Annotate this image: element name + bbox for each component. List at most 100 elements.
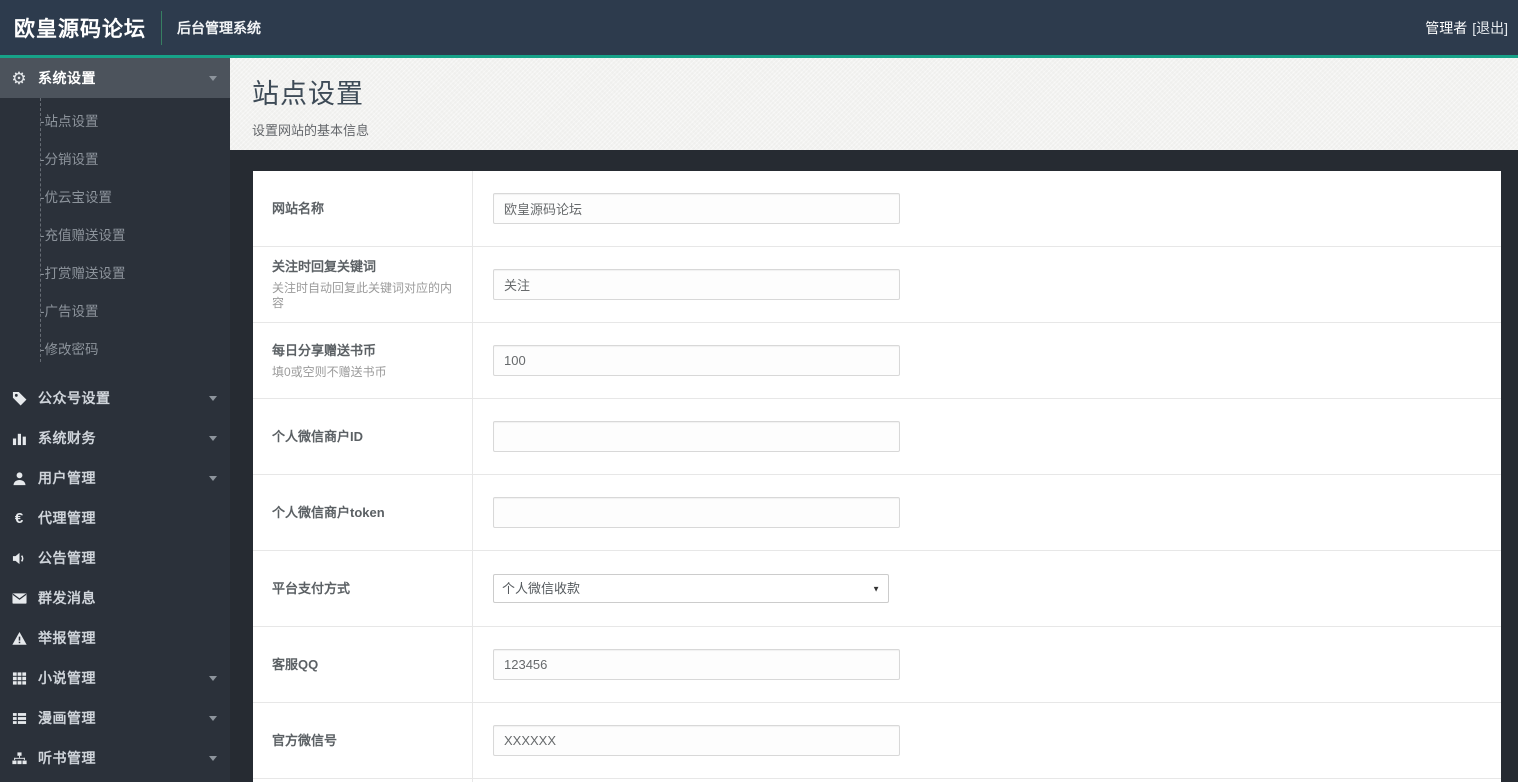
sidebar-item-label: 系统财务 [38, 430, 96, 446]
chevron-down-icon [209, 756, 217, 761]
sidebar-item-label: 听书管理 [38, 750, 96, 766]
personal-wechat-merchant-id-input[interactable] [493, 421, 900, 452]
sidebar-subitem-change-password[interactable]: 修改密码 [0, 331, 230, 369]
sidebar-item-official-account-settings[interactable]: 公众号设置 [0, 378, 230, 418]
sidebar-item-user-management[interactable]: 用户管理 [0, 458, 230, 498]
envelope-icon [10, 589, 28, 607]
sidebar-item-system-settings[interactable]: ⚙ 系统设置 [0, 58, 230, 98]
form-row-personal-wechat-merchant-id: 个人微信商户ID [253, 399, 1501, 475]
user-icon [10, 469, 28, 487]
support-qq-label: 客服QQ [272, 657, 319, 672]
sidebar-subitem-ad-settings[interactable]: 广告设置 [0, 293, 230, 331]
platform-payment-method-select-wrap: 个人微信收款 ▼ [493, 574, 889, 603]
label-cell: 每日分享赠送书币 填0或空则不赠送书币 [253, 323, 473, 398]
personal-wechat-merchant-token-label: 个人微信商户token [272, 505, 385, 520]
main-area: 站点设置 设置网站的基本信息 网站名称关注时回复关键词关注时自动回复此关键词对应… [230, 58, 1518, 782]
platform-payment-method-label: 平台支付方式 [272, 581, 351, 596]
label-cell: 个人微信商户token [253, 475, 473, 550]
input-cell: 个人微信收款 ▼ [473, 551, 1501, 626]
sidebar-item-label: 群发消息 [38, 590, 96, 606]
sidebar-subitem-recharge-bonus-settings[interactable]: 充值赠送设置 [0, 217, 230, 255]
label-cell: 官方微信号 [253, 703, 473, 778]
settings-form-card: 网站名称关注时回复关键词关注时自动回复此关键词对应的内容每日分享赠送书币填0或空… [253, 171, 1501, 782]
daily-share-coins-hint: 填0或空则不赠送书币 [272, 364, 387, 379]
sidebar-item-label: 系统设置 [38, 70, 96, 86]
support-qq-input[interactable] [493, 649, 900, 680]
sidebar-item-label: 小说管理 [38, 670, 96, 686]
sidebar-subitem-reward-bonus-settings[interactable]: 打赏赠送设置 [0, 255, 230, 293]
sidebar-item-label: 公告管理 [38, 550, 96, 566]
personal-wechat-merchant-id-label: 个人微信商户ID [272, 429, 364, 444]
sidebar-item-novel-management[interactable]: 小说管理 [0, 658, 230, 698]
follow-reply-keyword-input[interactable] [493, 269, 900, 300]
logout-link[interactable]: [退出] [1472, 18, 1508, 38]
label-cell: 个人微信商户ID [253, 399, 473, 474]
input-cell [473, 399, 1501, 474]
label-cell: 平台支付方式 [253, 551, 473, 626]
submenu-system-settings: 站点设置分销设置优云宝设置充值赠送设置打赏赠送设置广告设置修改密码 [0, 98, 230, 378]
personal-wechat-merchant-token-input[interactable] [493, 497, 900, 528]
tag-icon [10, 389, 28, 407]
euro-icon: € [14, 509, 24, 527]
user-label: 管理者 [1425, 19, 1468, 36]
gear-icon: ⚙ [11, 68, 27, 88]
page-header: 站点设置 设置网站的基本信息 [230, 58, 1518, 150]
sitemap-icon [10, 749, 28, 767]
system-name: 后台管理系统 [177, 19, 261, 36]
sidebar-subitem-distribution-settings[interactable]: 分销设置 [0, 141, 230, 179]
sidebar-item-system-finance[interactable]: 系统财务 [0, 418, 230, 458]
chevron-down-icon [209, 676, 217, 681]
form-row-personal-wechat-merchant-token: 个人微信商户token [253, 475, 1501, 551]
speaker-icon [10, 549, 28, 567]
input-cell [473, 247, 1501, 322]
page-subtitle: 设置网站的基本信息 [252, 123, 370, 138]
form-row-platform-payment-method: 平台支付方式 个人微信收款 ▼ [253, 551, 1501, 627]
daily-share-coins-input[interactable] [493, 345, 900, 376]
form-row-daily-share-coins: 每日分享赠送书币 填0或空则不赠送书币 [253, 323, 1501, 399]
form-row-follow-reply-keyword: 关注时回复关键词关注时自动回复此关键词对应的内容 [253, 247, 1501, 323]
label-cell: 客服QQ [253, 627, 473, 702]
official-wechat-id-input[interactable] [493, 725, 900, 756]
sidebar-item-label: 举报管理 [38, 630, 96, 646]
sidebar-item-label: 公众号设置 [38, 390, 111, 406]
platform-payment-method-select[interactable]: 个人微信收款 [493, 574, 889, 603]
chevron-down-icon [209, 476, 217, 481]
label-cell: 关注时回复关键词关注时自动回复此关键词对应的内容 [253, 247, 473, 322]
input-cell [473, 323, 1501, 398]
chevron-down-icon [209, 396, 217, 401]
sidebar-item-label: 用户管理 [38, 470, 96, 486]
input-cell [473, 703, 1501, 778]
form-row-official-wechat-id: 官方微信号 [253, 703, 1501, 779]
user-area: 管理者 [退出] [1425, 18, 1508, 38]
sidebar-subitem-youyunbao-settings[interactable]: 优云宝设置 [0, 179, 230, 217]
list-icon [10, 709, 28, 727]
sidebar-nav: ⚙ 系统设置站点设置分销设置优云宝设置充值赠送设置打赏赠送设置广告设置修改密码公众… [0, 58, 230, 782]
sidebar-item-agent-management[interactable]: € 代理管理 [0, 498, 230, 538]
website-name-input[interactable] [493, 193, 900, 224]
bar-chart-icon [10, 429, 28, 447]
chevron-down-icon [209, 716, 217, 721]
follow-reply-keyword-label: 关注时回复关键词 [272, 259, 377, 274]
form-row-support-qq: 客服QQ [253, 627, 1501, 703]
follow-reply-keyword-hint: 关注时自动回复此关键词对应的内容 [272, 281, 453, 310]
form-row-website-name: 网站名称 [253, 171, 1501, 247]
input-cell [473, 475, 1501, 550]
sidebar-item-label: 代理管理 [38, 510, 96, 526]
warning-icon [10, 629, 28, 647]
app-logo: 欧皇源码论坛 [14, 17, 146, 41]
grid-icon [10, 669, 28, 687]
sidebar-item-comic-management[interactable]: 漫画管理 [0, 698, 230, 738]
content-area: 网站名称关注时回复关键词关注时自动回复此关键词对应的内容每日分享赠送书币填0或空… [230, 150, 1518, 782]
input-cell [473, 171, 1501, 246]
sidebar-subitem-site-settings[interactable]: 站点设置 [0, 103, 230, 141]
sidebar-item-mass-message[interactable]: 群发消息 [0, 578, 230, 618]
sidebar-item-audiobook-management[interactable]: 听书管理 [0, 738, 230, 778]
chevron-down-icon [209, 436, 217, 441]
navbar-divider [161, 10, 162, 45]
input-cell [473, 627, 1501, 702]
sidebar-item-report-management[interactable]: 举报管理 [0, 618, 230, 658]
label-cell: 网站名称 [253, 171, 473, 246]
website-name-label: 网站名称 [272, 201, 325, 216]
sidebar-item-announcement-management[interactable]: 公告管理 [0, 538, 230, 578]
top-navbar: 欧皇源码论坛 后台管理系统 管理者 [退出] [0, 0, 1518, 58]
